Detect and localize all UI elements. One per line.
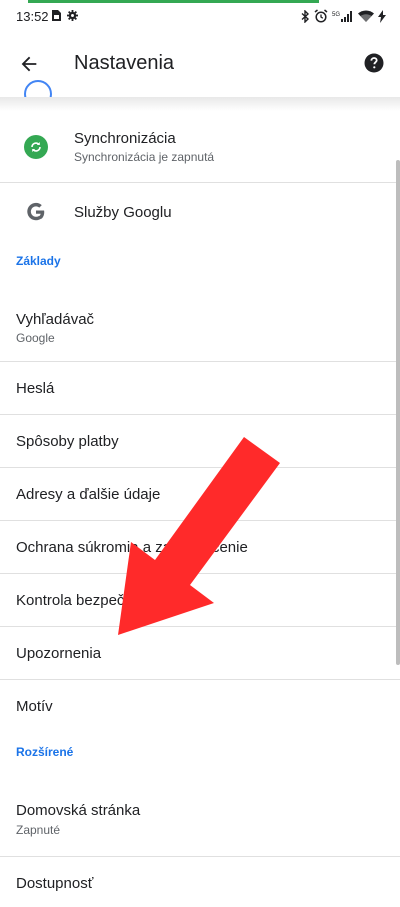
settings-row-homepage[interactable]: Domovská stránka Zapnuté — [0, 785, 400, 857]
search-engine-subtitle: Google — [16, 331, 55, 345]
section-header-basics: Základy — [0, 240, 400, 290]
google-g-icon — [24, 200, 48, 224]
app-bar: Nastavenia — [0, 31, 400, 97]
theme-title: Motív — [16, 698, 53, 715]
status-bar: 13:52 5G — [0, 3, 400, 31]
search-engine-title: Vyhľadávač — [16, 311, 95, 328]
passwords-title: Heslá — [16, 380, 55, 397]
sim-card-icon — [52, 10, 61, 21]
payment-methods-title: Spôsoby platby — [16, 433, 119, 450]
settings-row-notifications[interactable]: Upozornenia — [0, 627, 400, 680]
notifications-title: Upozornenia — [16, 645, 102, 662]
status-left-icons — [52, 10, 78, 21]
addresses-title: Adresy a ďalšie údaje — [16, 486, 161, 503]
settings-row-accessibility[interactable]: Dostupnosť — [0, 857, 400, 907]
section-title-advanced: Rozšírené — [16, 745, 74, 759]
section-title-basics: Základy — [16, 254, 61, 268]
homepage-subtitle: Zapnuté — [16, 823, 61, 837]
settings-row-google-services[interactable]: Služby Googlu — [0, 183, 400, 240]
settings-row-addresses[interactable]: Adresy a ďalšie údaje — [0, 468, 400, 521]
safety-check-title: Kontrola bezpečnosti — [16, 592, 157, 609]
status-time: 13:52 — [16, 9, 49, 24]
app-bar-shadow — [0, 97, 400, 111]
bluetooth-icon — [301, 9, 310, 23]
accessibility-title: Dostupnosť — [16, 875, 94, 892]
homepage-title: Domovská stránka — [16, 802, 141, 819]
section-header-advanced: Rozšírené — [0, 735, 400, 785]
sync-title: Synchronizácia — [74, 130, 176, 147]
settings-row-safety-check[interactable]: Kontrola bezpečnosti — [0, 574, 400, 627]
network-type: 5G — [332, 12, 340, 18]
settings-gear-icon — [67, 10, 78, 21]
google-services-title: Služby Googlu — [74, 204, 172, 221]
back-arrow-icon[interactable] — [16, 51, 42, 77]
page-title: Nastavenia — [74, 52, 175, 74]
settings-list: Synchronizácia Synchronizácia je zapnutá… — [0, 111, 400, 907]
help-icon[interactable] — [364, 53, 384, 73]
privacy-security-title: Ochrana súkromia a zabezpečenie — [16, 539, 248, 556]
signal-5g-icon: 5G — [332, 10, 354, 23]
settings-row-passwords[interactable]: Heslá — [0, 362, 400, 415]
status-right-icons: 5G — [301, 9, 386, 23]
sync-subtitle: Synchronizácia je zapnutá — [74, 150, 215, 164]
settings-row-payment-methods[interactable]: Spôsoby platby — [0, 415, 400, 468]
settings-row-theme[interactable]: Motív — [0, 680, 400, 735]
alarm-icon — [314, 9, 328, 23]
wifi-icon — [358, 10, 374, 23]
settings-row-privacy-security[interactable]: Ochrana súkromia a zabezpečenie — [0, 521, 400, 574]
settings-row-search-engine[interactable]: Vyhľadávač Google — [0, 290, 400, 362]
scrollbar[interactable] — [396, 160, 400, 665]
sync-icon — [24, 135, 48, 159]
battery-charging-icon — [378, 9, 386, 23]
settings-row-sync[interactable]: Synchronizácia Synchronizácia je zapnutá — [0, 111, 400, 183]
